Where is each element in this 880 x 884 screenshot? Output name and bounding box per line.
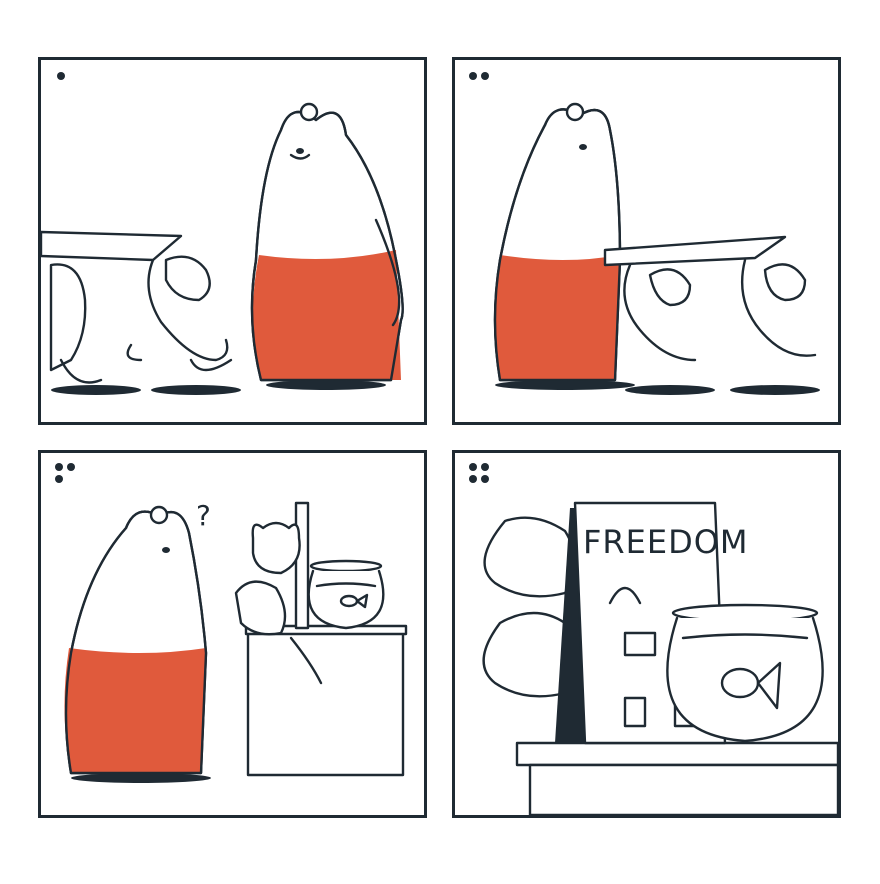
panel-2-illustration xyxy=(469,72,820,395)
cabinet xyxy=(246,629,405,777)
cat-icon xyxy=(49,263,103,384)
comic-panel-2 xyxy=(452,57,841,425)
sign-text: FREEDOM xyxy=(583,523,749,561)
question-mark: ? xyxy=(196,499,212,532)
panel-3-illustration: ? xyxy=(55,463,408,783)
mouse-on-head-icon xyxy=(565,102,585,122)
drawn-cake-icon xyxy=(623,696,647,728)
comic-panel-3: ? xyxy=(38,450,427,818)
bear-icon xyxy=(493,102,635,390)
comic-panel-1 xyxy=(38,57,427,425)
panel-1-illustration xyxy=(41,72,404,395)
fishbowl-icon xyxy=(666,603,824,743)
bear-icon xyxy=(250,102,404,390)
board xyxy=(603,235,787,267)
mouse-on-head-icon xyxy=(299,102,319,122)
drawn-bowl-icon xyxy=(623,631,657,657)
sign-edge xyxy=(294,501,310,630)
bear-icon xyxy=(64,505,211,783)
panel-4-illustration: FREEDOM xyxy=(469,463,838,815)
counter xyxy=(515,741,838,767)
cat-icon xyxy=(741,258,817,357)
comic-panel-4: FREEDOM xyxy=(452,450,841,818)
board xyxy=(41,230,183,262)
fishbowl-icon xyxy=(307,559,385,630)
mouse-on-head-icon xyxy=(149,505,169,525)
cat-icon xyxy=(623,263,697,362)
panel-number-dot xyxy=(57,72,65,80)
goldfish-icon xyxy=(339,593,369,609)
cat-icon xyxy=(126,255,233,372)
